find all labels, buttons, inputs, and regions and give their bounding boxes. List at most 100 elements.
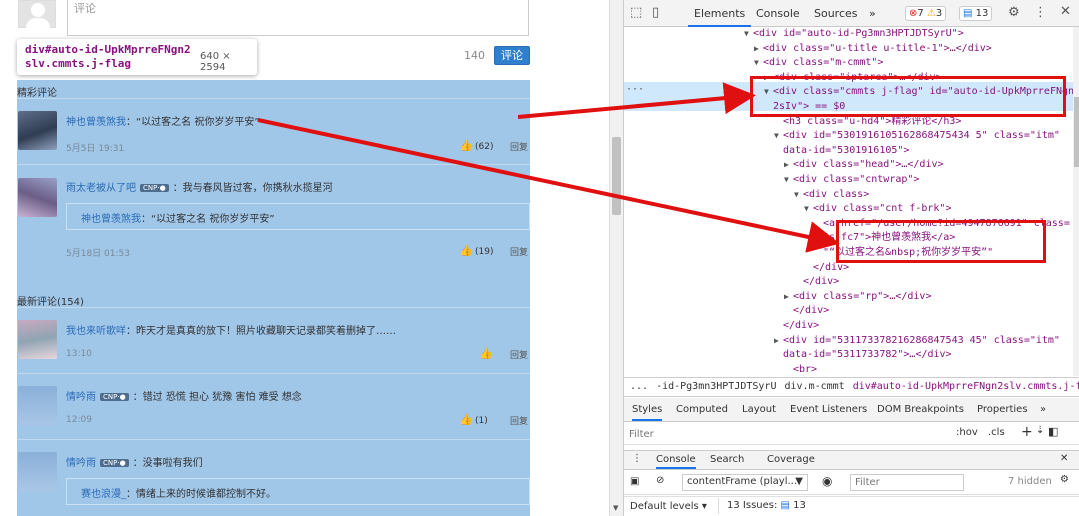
- tab-layout[interactable]: Layout: [742, 404, 776, 415]
- console-filter-input[interactable]: [850, 474, 964, 491]
- sidebar-toggle-icon[interactable]: ▣: [630, 476, 639, 487]
- gear-icon[interactable]: ⚙: [1008, 5, 1020, 20]
- more-tabs-icon[interactable]: »: [869, 7, 876, 20]
- reply-button[interactable]: 回复: [510, 348, 528, 361]
- breadcrumb-current[interactable]: div#auto-id-UpkMprreFNgn2slv.cmmts.j-fla…: [853, 381, 1079, 392]
- dom-line[interactable]: ▶ <div id="531173378216286847543 45" clas…: [624, 334, 1073, 349]
- tab-elements[interactable]: Elements: [688, 0, 752, 27]
- tab-styles[interactable]: Styles: [632, 404, 663, 421]
- scrollbar-thumb[interactable]: [1074, 97, 1079, 167]
- comment-user-link[interactable]: 情吟雨: [66, 392, 96, 403]
- divider: [17, 164, 530, 165]
- collapsed-triangle-icon[interactable]: ▶: [774, 334, 783, 349]
- dom-line-text: </div>: [783, 320, 820, 331]
- like-button[interactable]: 👍 (19): [459, 245, 493, 257]
- expanded-triangle-icon[interactable]: ▼: [744, 27, 753, 42]
- close-icon[interactable]: ✕: [1060, 4, 1071, 19]
- comment-text: ：错过 恐慌 担心 犹豫 害怕 难受 想念: [132, 392, 302, 403]
- comment-user-link[interactable]: 神也曾羡煞我: [66, 117, 126, 128]
- device-toolbar-icon[interactable]: ▯: [652, 5, 659, 20]
- thumbs-up-icon: 👍: [459, 139, 473, 152]
- reply-button[interactable]: 回复: [510, 414, 528, 427]
- dom-line-text: <div class="head">…</div>: [793, 159, 944, 171]
- dom-line[interactable]: ▶ <div class="u-title u-title-1">…</div>: [624, 42, 1073, 57]
- message-count: 13: [975, 8, 989, 19]
- breadcrumb-item[interactable]: -id-Pg3mn3HPTJDTSyrU: [656, 381, 776, 392]
- tab-event-listeners[interactable]: Event Listeners: [790, 404, 867, 415]
- dom-line[interactable]: data-id="5311733782">…</div>: [624, 348, 1073, 363]
- like-button[interactable]: 👍: [479, 348, 495, 360]
- comment-textarea[interactable]: 评论: [67, 0, 529, 36]
- sidebar-toggle-icon[interactable]: ◧: [1048, 425, 1058, 438]
- dom-line[interactable]: </div>: [624, 275, 1073, 290]
- dom-line[interactable]: </div>: [624, 304, 1073, 319]
- dom-line[interactable]: ▼ <div id="5301916105162868475434 5" clas…: [624, 129, 1073, 144]
- quote-user-link[interactable]: 赛也浪漫_: [81, 489, 126, 500]
- page-scrollbar[interactable]: ▼: [609, 0, 623, 516]
- dom-line[interactable]: ▶ <div class="rp">…</div>: [624, 290, 1073, 305]
- expanded-triangle-icon[interactable]: ▼: [754, 56, 763, 71]
- dom-line[interactable]: ▼ <div id="auto-id-Pg3mn3HPTJDTSyrU">: [624, 27, 1073, 42]
- collapsed-triangle-icon[interactable]: ▶: [784, 290, 793, 305]
- tab-console[interactable]: Console: [756, 7, 800, 20]
- dom-line[interactable]: ▼ <div class="m-cmmt">: [624, 56, 1073, 71]
- quote-user-link[interactable]: 神也曾羡煞我: [81, 214, 141, 225]
- like-count: (19): [475, 247, 494, 257]
- scrollbar-thumb[interactable]: [612, 137, 621, 215]
- more-options-icon[interactable]: ⋮: [1034, 5, 1047, 20]
- dom-line[interactable]: ▶ <div class="head">…</div>: [624, 158, 1073, 173]
- hidden-count: 7 hidden: [1008, 476, 1052, 487]
- dom-line[interactable]: ▼ <div class="cnt f-brk">: [624, 202, 1073, 217]
- dom-scrollbar[interactable]: [1073, 27, 1079, 376]
- expanded-triangle-icon[interactable]: ▼: [774, 129, 783, 144]
- more-tabs-icon[interactable]: »: [1040, 404, 1046, 415]
- drawer-tab-console[interactable]: Console: [656, 454, 696, 469]
- comment-user-link[interactable]: 雨太老被从了吧: [66, 183, 136, 194]
- breadcrumb-ellipsis[interactable]: ...: [630, 381, 648, 392]
- dom-line[interactable]: </div>: [624, 319, 1073, 334]
- eye-icon[interactable]: ◉: [822, 474, 832, 488]
- comment-user-link[interactable]: 我也来听歌咩: [66, 326, 126, 337]
- expanded-triangle-icon[interactable]: ▼: [804, 202, 813, 217]
- computed-toggle-icon[interactable]: ⇣: [1036, 425, 1044, 436]
- gear-icon[interactable]: ⚙: [1060, 474, 1069, 485]
- submit-comment-button[interactable]: 评论: [494, 46, 530, 65]
- collapsed-triangle-icon[interactable]: ▶: [784, 158, 793, 173]
- tab-sources[interactable]: Sources: [814, 7, 858, 20]
- issues-badge[interactable]: ⊗7 ⚠3: [905, 6, 947, 21]
- log-levels-select[interactable]: Default levels ▾: [630, 501, 707, 512]
- context-select[interactable]: contentFrame (playl... ▼: [682, 474, 808, 491]
- tab-properties[interactable]: Properties: [977, 404, 1028, 415]
- inspect-element-icon[interactable]: ⬚: [630, 5, 642, 20]
- styles-filter-input[interactable]: [628, 426, 946, 442]
- like-button[interactable]: 👍 (1): [459, 414, 488, 426]
- tab-computed[interactable]: Computed: [676, 404, 728, 415]
- clear-console-icon[interactable]: ⊘: [656, 475, 664, 486]
- thumbs-up-icon: 👍: [479, 347, 493, 360]
- like-button[interactable]: 👍 (62): [459, 140, 493, 152]
- tab-dom-breakpoints[interactable]: DOM Breakpoints: [877, 404, 964, 415]
- drawer-menu-icon[interactable]: ⋮: [632, 453, 642, 464]
- dom-line[interactable]: <br>: [624, 363, 1073, 376]
- warning-count: 3: [935, 8, 943, 19]
- dom-line[interactable]: ▼ <div class>: [624, 188, 1073, 203]
- collapsed-triangle-icon[interactable]: ▶: [754, 42, 763, 57]
- expanded-triangle-icon[interactable]: ▼: [794, 188, 803, 203]
- scroll-down-icon[interactable]: ▼: [613, 504, 618, 512]
- breadcrumb-item[interactable]: div.m-cmmt: [784, 381, 844, 392]
- drawer-tab-coverage[interactable]: Coverage: [767, 454, 815, 465]
- comment-user-link[interactable]: 情吟雨: [66, 458, 96, 469]
- warning-icon: ⚠: [926, 8, 936, 19]
- cls-toggle[interactable]: .cls: [988, 427, 1005, 438]
- close-drawer-icon[interactable]: ✕: [1060, 453, 1068, 464]
- drawer-tab-search[interactable]: Search: [710, 454, 744, 465]
- expanded-triangle-icon[interactable]: ▼: [784, 173, 793, 188]
- hov-toggle[interactable]: :hov: [956, 427, 978, 438]
- reply-button[interactable]: 回复: [510, 140, 528, 153]
- issues-link[interactable]: 13 Issues: ▤ 13: [718, 498, 806, 514]
- dom-line[interactable]: data-id="5301916105">: [624, 144, 1073, 159]
- dom-line[interactable]: ▼ <div class="cntwrap">: [624, 173, 1073, 188]
- messages-badge[interactable]: ▤ 13: [959, 6, 993, 21]
- add-rule-icon[interactable]: +: [1021, 424, 1033, 440]
- reply-button[interactable]: 回复: [510, 245, 528, 258]
